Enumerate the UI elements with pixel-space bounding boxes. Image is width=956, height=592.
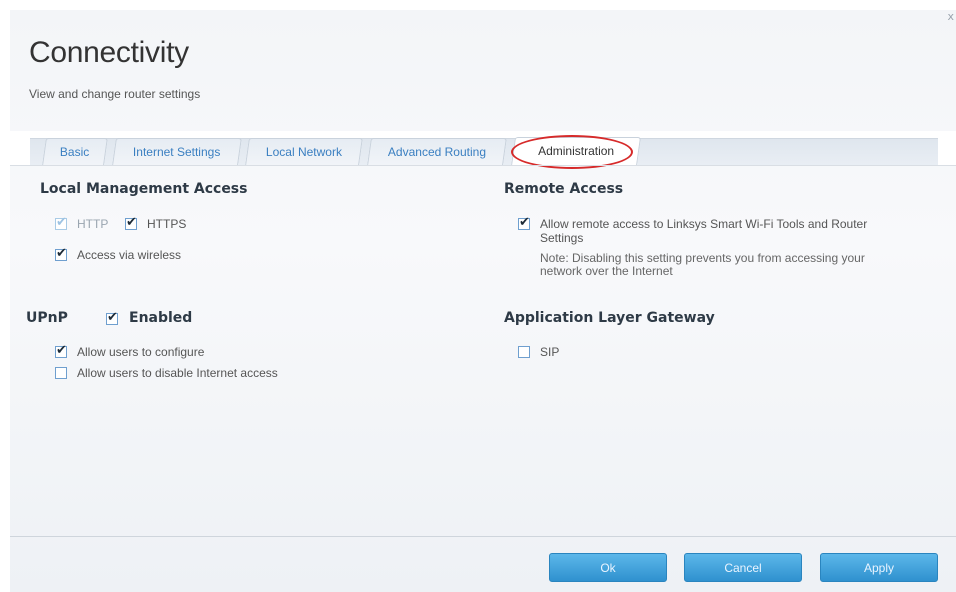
apply-button[interactable]: Apply: [820, 553, 938, 582]
sip-label: SIP: [540, 345, 560, 359]
https-label: HTTPS: [147, 217, 187, 231]
cancel-button[interactable]: Cancel: [684, 553, 802, 582]
local-management-title: Local Management Access: [40, 181, 248, 197]
tab-local-network[interactable]: Local Network: [245, 138, 363, 165]
http-label: HTTP: [77, 217, 109, 231]
allow-remote-access-checkbox[interactable]: [518, 215, 530, 230]
allow-remote-access-label: Allow remote access to Linksys Smart Wi-…: [540, 217, 868, 245]
allow-users-disable-internet-checkbox[interactable]: [55, 367, 67, 379]
footer-divider: [10, 536, 956, 537]
https-checkbox[interactable]: [125, 215, 137, 230]
close-icon[interactable]: x: [947, 10, 954, 23]
upnp-enabled-label: Enabled: [129, 310, 193, 326]
http-checkbox[interactable]: [55, 215, 67, 230]
sip-checkbox[interactable]: [518, 346, 530, 358]
remote-access-note: Note: Disabling this setting prevents yo…: [540, 251, 865, 278]
access-via-wireless-label: Access via wireless: [77, 248, 182, 262]
tab-internet-settings[interactable]: Internet Settings: [112, 138, 242, 165]
remote-access-title: Remote Access: [504, 181, 624, 197]
access-via-wireless-checkbox[interactable]: [55, 246, 67, 261]
tab-advanced-routing[interactable]: Advanced Routing: [367, 138, 507, 165]
upnp-enabled-checkbox[interactable]: [106, 310, 118, 325]
allow-users-configure-checkbox[interactable]: [55, 343, 67, 358]
page-title: Connectivity: [29, 36, 189, 69]
upnp-title: UPnP: [26, 310, 68, 326]
page-subtitle: View and change router settings: [29, 87, 201, 101]
tab-administration[interactable]: Administration: [510, 137, 642, 166]
ok-button[interactable]: Ok: [549, 553, 667, 582]
tab-basic[interactable]: Basic: [42, 138, 108, 165]
allow-users-configure-label: Allow users to configure: [77, 345, 205, 359]
tab-content-divider: [10, 165, 956, 166]
alg-title: Application Layer Gateway: [504, 310, 715, 326]
allow-users-disable-internet-label: Allow users to disable Internet access: [77, 366, 278, 380]
